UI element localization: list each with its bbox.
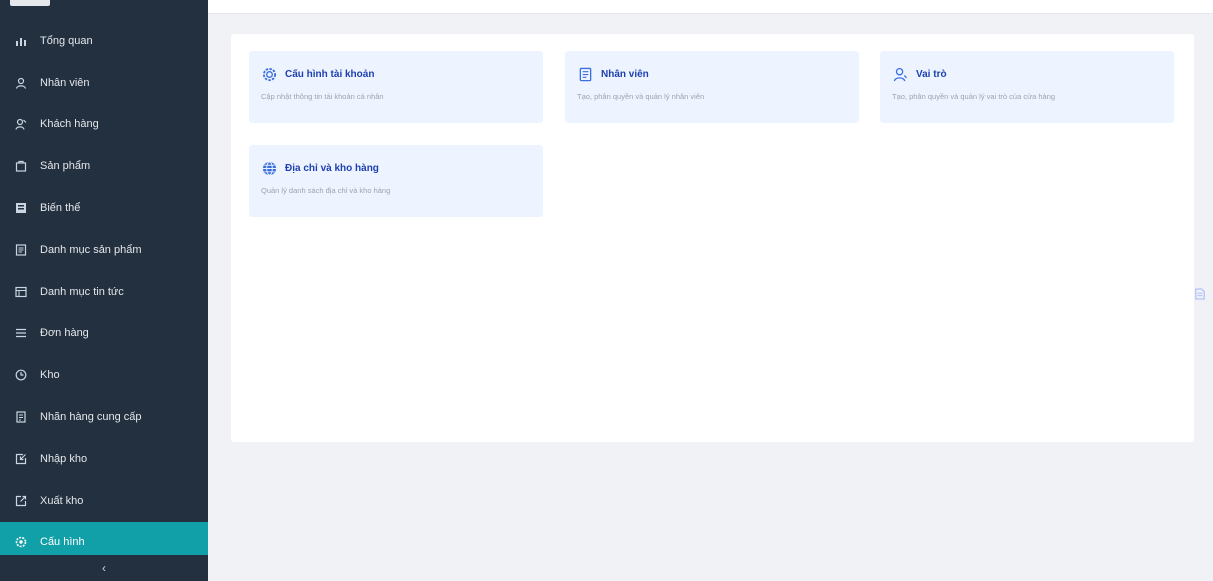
card-title-row: Địa chỉ và kho hàng (261, 160, 531, 176)
warehouse-icon (14, 368, 28, 382)
sidebar-item-label: Nhân viên (40, 76, 90, 89)
sidebar-item-label: Khách hàng (40, 118, 99, 131)
floating-action-icon[interactable] (1193, 285, 1207, 303)
card-title: Địa chỉ và kho hàng (285, 162, 379, 174)
card-title-row: Cấu hình tài khoản (261, 66, 531, 82)
sidebar-item-label: Nhập kho (40, 452, 88, 465)
settings-panel: Cấu hình tài khoản Cập nhật thông tin tà… (231, 34, 1194, 442)
sidebar-menu: Tổng quan Nhân viên Khách hàng Sản phẩm (0, 20, 208, 564)
variant-icon (14, 201, 28, 215)
sidebar-item-label: Kho (40, 369, 60, 382)
sidebar-item-label: Danh mục tin tức (40, 285, 124, 298)
sidebar-item-customers[interactable]: Khách hàng (0, 104, 208, 146)
sidebar-item-label: Xuất kho (40, 494, 84, 507)
card-title: Vai trò (916, 68, 947, 80)
sidebar-item-stock-out[interactable]: Xuất kho (0, 480, 208, 522)
chevron-left-icon: ‹ (102, 561, 106, 575)
card-account-settings[interactable]: Cấu hình tài khoản Cập nhật thông tin tà… (249, 51, 543, 123)
sidebar-item-label: Nhãn hàng cung cấp (40, 411, 142, 424)
top-header (208, 0, 1213, 14)
settings-icon (14, 535, 28, 549)
sidebar-item-label: Biến thể (40, 202, 81, 215)
card-roles[interactable]: Vai trò Tạo, phân quyền và quản lý vai t… (880, 51, 1174, 123)
sidebar-item-news-categories[interactable]: Danh mục tin tức (0, 271, 208, 313)
sidebar-item-label: Tổng quan (40, 34, 93, 47)
sidebar-item-orders[interactable]: Đơn hàng (0, 313, 208, 355)
card-title-row: Vai trò (892, 66, 1162, 82)
import-icon (14, 452, 28, 466)
sidebar-collapse-button[interactable]: ‹ (0, 555, 208, 581)
sidebar-item-product-categories[interactable]: Danh mục sản phẩm (0, 229, 208, 271)
card-description: Tạo, phân quyền và quản lý nhân viên (577, 92, 705, 101)
brand-icon (14, 410, 28, 424)
sidebar-item-variants[interactable]: Biến thể (0, 187, 208, 229)
news-icon (14, 285, 28, 299)
bar-chart-icon (14, 34, 28, 48)
globe-icon (261, 160, 277, 176)
card-staff[interactable]: Nhân viên Tạo, phân quyền và quản lý nhâ… (565, 51, 859, 123)
list-icon (14, 326, 28, 340)
export-icon (14, 494, 28, 508)
sidebar-item-suppliers[interactable]: Nhãn hàng cung cấp (0, 396, 208, 438)
category-icon (14, 243, 28, 257)
sidebar-item-label: Cấu hình (40, 536, 85, 549)
gear-icon (261, 66, 277, 82)
sidebar-item-stock-in[interactable]: Nhập kho (0, 438, 208, 480)
card-description: Cập nhật thông tin tài khoản cá nhân (261, 92, 384, 101)
card-description: Quản lý danh sách địa chỉ và kho hàng (261, 186, 391, 195)
customer-icon (14, 117, 28, 131)
sidebar: Tổng quan Nhân viên Khách hàng Sản phẩm (0, 0, 208, 581)
sidebar-item-label: Danh mục sản phẩm (40, 243, 142, 256)
box-icon (14, 159, 28, 173)
sidebar-item-staff[interactable]: Nhân viên (0, 62, 208, 104)
sidebar-item-products[interactable]: Sản phẩm (0, 145, 208, 187)
card-title: Nhân viên (601, 68, 649, 80)
user-icon (14, 76, 28, 90)
sidebar-item-label: Đơn hàng (40, 327, 89, 340)
logo (10, 0, 50, 6)
staff-icon (577, 66, 593, 82)
card-addresses-warehouses[interactable]: Địa chỉ và kho hàng Quản lý danh sách đị… (249, 145, 543, 217)
sidebar-item-warehouse[interactable]: Kho (0, 354, 208, 396)
card-description: Tạo, phân quyền và quản lý vai trò của c… (892, 92, 1056, 101)
card-title: Cấu hình tài khoản (285, 68, 375, 80)
card-title-row: Nhân viên (577, 66, 847, 82)
sidebar-item-label: Sản phẩm (40, 160, 91, 173)
sidebar-item-overview[interactable]: Tổng quan (0, 20, 208, 62)
role-icon (892, 66, 908, 82)
